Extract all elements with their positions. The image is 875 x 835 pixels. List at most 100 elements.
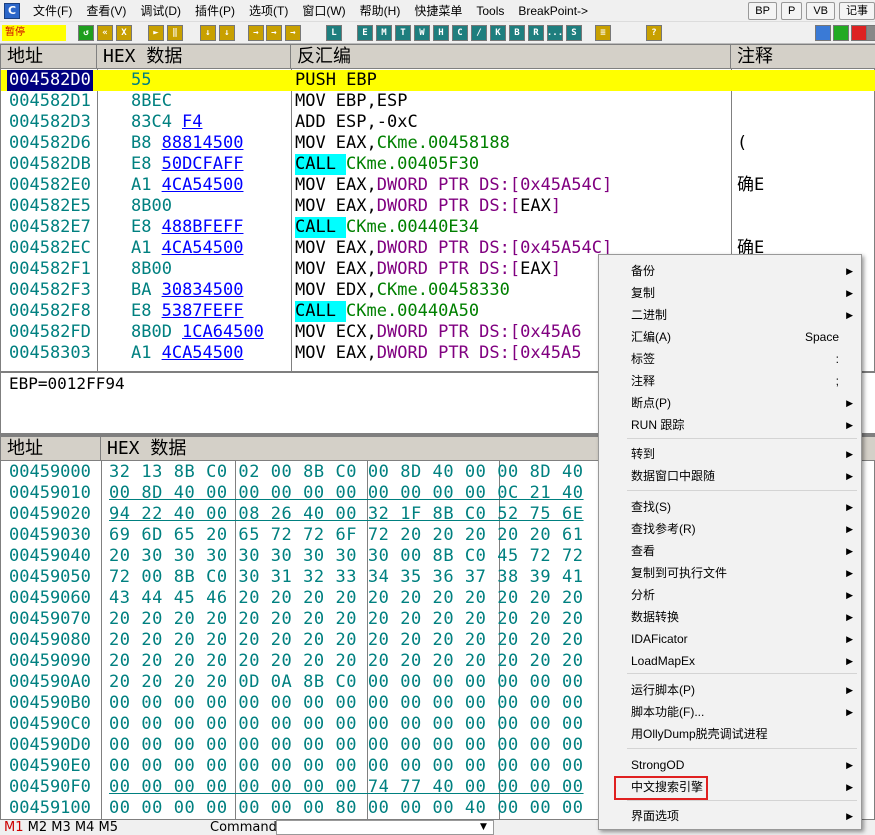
context-menu-item[interactable]: 分析 ▶: [599, 584, 861, 606]
chevron-right-icon: ▶: [846, 546, 853, 556]
context-menu-item[interactable]: 汇编(A) Space: [599, 326, 861, 348]
cpu-row[interactable]: 004582E5 8B00 MOV EAX,DWORD PTR DS:[EAX]: [1, 196, 875, 217]
cpu-hex-byte: 8B0D: [131, 322, 172, 342]
toolbar-button[interactable]: ►: [148, 25, 164, 41]
dump-hex: 00 00 00 00 00 00 00 00 00 00 00 00 00 0…: [109, 714, 584, 734]
dump-column-header[interactable]: 地址: [1, 437, 101, 461]
menu-item[interactable]: 选项(T): [242, 2, 295, 19]
toolbar-button[interactable]: ≡: [595, 25, 611, 41]
menu-right-button[interactable]: P: [780, 2, 803, 20]
context-menu-item[interactable]: 数据转换 ▶: [599, 606, 861, 628]
cpu-row[interactable]: 004582D3 83C4 F4 ADD ESP,-0xC: [1, 112, 875, 133]
cpu-row[interactable]: 004582D0 55 PUSH EBP: [1, 70, 875, 91]
cpu-row[interactable]: 004582D6 B8 88814500 MOV EAX,CKme.00458188 (: [1, 133, 875, 154]
menu-item[interactable]: 帮助(H): [353, 2, 408, 19]
menu-item[interactable]: 调试(D): [133, 2, 188, 19]
toolbar-button[interactable]: K: [490, 25, 506, 41]
toolbar-button[interactable]: →: [285, 25, 301, 41]
chevron-down-icon[interactable]: ▼: [480, 820, 487, 835]
context-menu-item[interactable]: RUN 跟踪 ▶: [599, 414, 861, 436]
toolbar-button[interactable]: S: [566, 25, 582, 41]
toolbar-button[interactable]: ↺: [78, 25, 94, 41]
cpu-column-header[interactable]: 注释: [731, 45, 875, 69]
cpu-address: 004582E5: [9, 196, 91, 216]
context-menu-item[interactable]: LoadMapEx ▶: [599, 650, 861, 672]
toolbar-right-icon[interactable]: [815, 25, 831, 41]
cpu-address: 004582D0: [7, 70, 93, 91]
toolbar-button[interactable]: /: [471, 25, 487, 41]
context-menu-item[interactable]: 断点(P) ▶: [599, 392, 861, 414]
toolbar-button[interactable]: B: [509, 25, 525, 41]
context-menu-item[interactable]: 运行脚本(P) ▶: [599, 679, 861, 701]
cpu-row[interactable]: 004582D1 8BEC MOV EBP,ESP: [1, 91, 875, 112]
bookmark-markers[interactable]: M1 M2 M3 M4 M5: [4, 820, 118, 835]
cpu-row[interactable]: 004582E0 A1 4CA54500 MOV EAX,DWORD PTR DS:[…: [1, 175, 875, 196]
context-menu-item[interactable]: 脚本功能(F)... ▶: [599, 701, 861, 723]
menu-item[interactable]: 文件(F): [26, 2, 79, 19]
context-menu-item[interactable]: 查找参考(R) ▶: [599, 518, 861, 540]
toolbar-right-icon[interactable]: [851, 25, 867, 41]
toolbar-right-icon[interactable]: [833, 25, 849, 41]
context-menu-item[interactable]: 界面选项 ▶: [599, 805, 861, 827]
context-menu-item[interactable]: 用OllyDump脱壳调试进程: [599, 723, 861, 745]
context-menu-item[interactable]: 转到 ▶: [599, 443, 861, 465]
context-menu-item[interactable]: 查找(S) ▶: [599, 496, 861, 518]
toolbar-button[interactable]: →: [266, 25, 282, 41]
menu-item[interactable]: Tools: [469, 4, 511, 18]
toolbar-button[interactable]: E: [357, 25, 373, 41]
menu-item[interactable]: 窗口(W): [295, 2, 352, 19]
toolbar-button[interactable]: X: [116, 25, 132, 41]
toolbar-button[interactable]: →: [248, 25, 264, 41]
dump-hex: 20 20 20 20 20 20 20 20 20 20 20 20 20 2…: [109, 630, 584, 650]
menu-item-label: 数据窗口中跟随: [631, 469, 716, 483]
cpu-column-header[interactable]: 反汇编: [291, 45, 731, 69]
menu-item[interactable]: 快捷菜单: [407, 2, 469, 19]
toolbar-button[interactable]: R: [528, 25, 544, 41]
cpu-row[interactable]: 004582E7 E8 488BFEFF CALL CKme.00440E34: [1, 217, 875, 238]
toolbar-right-icon[interactable]: [866, 25, 875, 41]
toolbar-button[interactable]: ↓: [200, 25, 216, 41]
context-menu-item[interactable]: 数据窗口中跟随 ▶: [599, 465, 861, 487]
menu-right-button[interactable]: VB: [806, 2, 835, 20]
cpu-column-header[interactable]: 地址: [1, 45, 97, 69]
menu-right-button[interactable]: BP: [748, 2, 777, 20]
context-menu-item[interactable]: 查看 ▶: [599, 540, 861, 562]
toolbar-button[interactable]: C: [452, 25, 468, 41]
dump-hex: 20 30 30 30 30 30 30 30 30 00 8B C0 45 7…: [109, 546, 584, 566]
toolbar-button[interactable]: H: [433, 25, 449, 41]
menu-item[interactable]: BreakPoint->: [511, 4, 595, 18]
toolbar-button[interactable]: L: [326, 25, 342, 41]
menu-item[interactable]: 插件(P): [188, 2, 242, 19]
dump-hex: 43 44 45 46 20 20 20 20 20 20 20 20 20 2…: [109, 588, 584, 608]
menu-item[interactable]: 查看(V): [79, 2, 133, 19]
toolbar-button[interactable]: M: [376, 25, 392, 41]
toolbar-button[interactable]: ↓: [219, 25, 235, 41]
menu-right-button[interactable]: 记事: [839, 2, 875, 20]
dump-address: 004590F0: [9, 777, 91, 797]
context-menu-item[interactable]: 标签:: [599, 348, 861, 370]
toolbar-button[interactable]: «: [97, 25, 113, 41]
context-menu-item[interactable]: StrongOD ▶: [599, 754, 861, 776]
context-menu-item[interactable]: 注释;: [599, 370, 861, 392]
command-input[interactable]: [276, 820, 494, 835]
context-menu-item[interactable]: 二进制 ▶: [599, 304, 861, 326]
cpu-hex-operand: 4CA54500: [161, 238, 244, 258]
context-menu-item[interactable]: IDAFicator ▶: [599, 628, 861, 650]
context-menu-item[interactable]: 复制 ▶: [599, 282, 861, 304]
toolbar-button[interactable]: T: [395, 25, 411, 41]
cpu-hex-operand: 4CA54500: [161, 343, 244, 363]
cpu-row[interactable]: 004582DB E8 50DCFAFF CALL CKme.00405F30: [1, 154, 875, 175]
toolbar-button[interactable]: ...: [547, 25, 563, 41]
toolbar-button[interactable]: W: [414, 25, 430, 41]
dump-address: 00459000: [9, 462, 91, 482]
cpu-hex-byte: A1: [131, 343, 152, 363]
toolbar-button[interactable]: ?: [646, 25, 662, 41]
toolbar-button[interactable]: ‖: [167, 25, 183, 41]
chevron-right-icon: ▶: [846, 590, 853, 600]
context-menu-item[interactable]: 备份 ▶: [599, 260, 861, 282]
context-menu-item[interactable]: 复制到可执行文件 ▶: [599, 562, 861, 584]
dump-address: 004590B0: [9, 693, 91, 713]
cpu-column-header[interactable]: HEX 数据: [97, 45, 291, 69]
cpu-address: 004582D6: [9, 133, 91, 153]
menu-item-label: 复制: [631, 286, 656, 300]
